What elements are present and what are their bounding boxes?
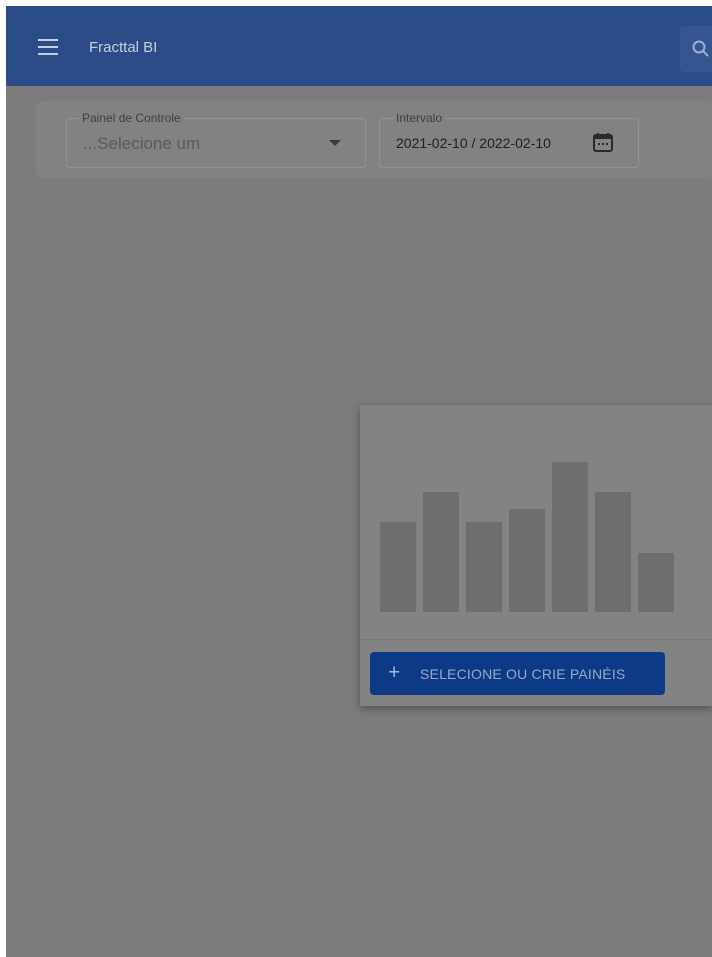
bar-chart-illustration [360,405,712,639]
illustration-bar [595,492,631,612]
illustration-bar [466,522,502,612]
left-edge [0,0,6,957]
search-icon [692,40,709,57]
card-divider [360,639,712,640]
illustration-bar [638,553,674,612]
button-label: SELECIONE OU CRIE PAINÉIS [420,666,626,682]
select-or-create-dashboards-button[interactable]: + SELECIONE OU CRIE PAINÉIS [370,652,665,695]
dashboard-select-placeholder: ...Selecione um [83,134,201,153]
empty-dashboard-card: + SELECIONE OU CRIE PAINÉIS [360,405,712,706]
dashboard-select-label: Painel de Controle [79,110,184,126]
illustration-bar [423,492,459,612]
dashboard-select[interactable]: Painel de Controle ...Selecione um [66,110,366,168]
illustration-bar [380,522,416,612]
search-button[interactable] [680,26,712,72]
hamburger-menu-icon[interactable] [36,36,60,58]
illustration-bar [552,462,588,612]
illustration-bar [509,509,545,612]
filter-card: Painel de Controle ...Selecione um Inter… [36,101,712,178]
interval-value: 2021-02-10 / 2022-02-10 [396,135,551,151]
interval-field[interactable]: Intervalo 2021-02-10 / 2022-02-10 [379,110,639,168]
dropdown-caret-icon [329,140,341,146]
app-title: Fracttal BI [89,39,158,56]
calendar-icon[interactable] [592,131,614,153]
app-bar: Fracttal BI [6,6,712,86]
interval-field-label: Intervalo [393,110,446,126]
app-screen: Fracttal BI Painel de Controle ...Seleci… [0,0,712,957]
plus-icon: + [388,661,401,684]
